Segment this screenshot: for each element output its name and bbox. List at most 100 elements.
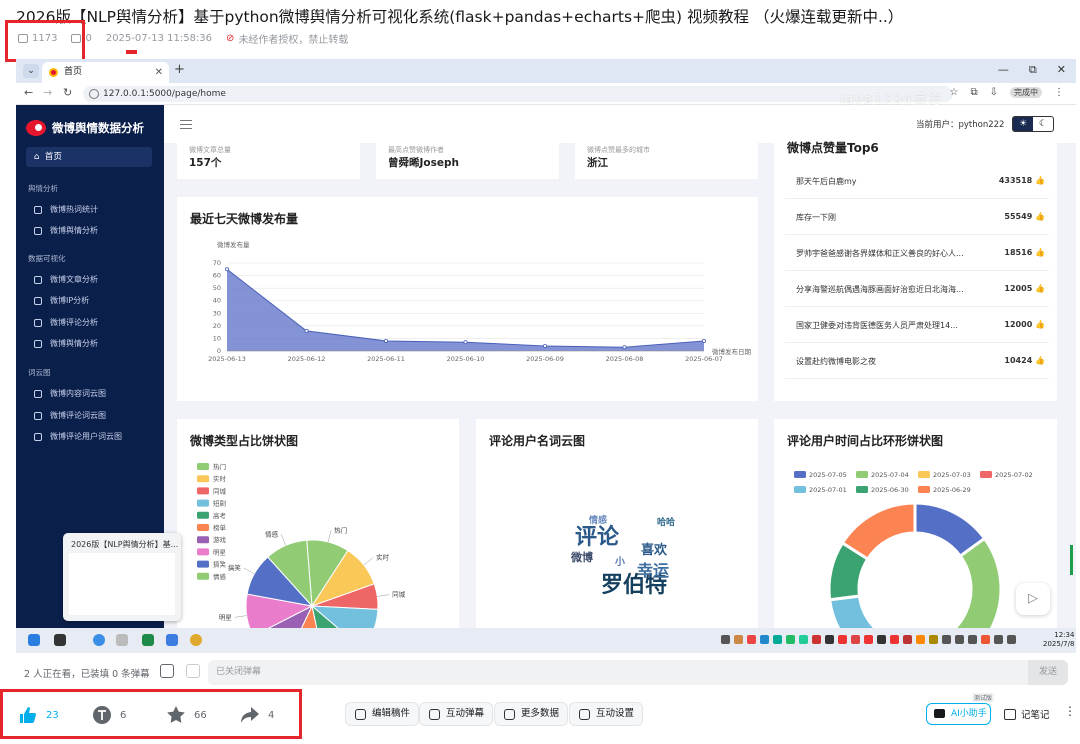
scrollbar-thumb[interactable]: [1070, 545, 1073, 575]
reload-icon[interactable]: ↻: [63, 86, 72, 99]
top6-row[interactable]: 分享海警巡航偶遇海豚画面好治愈近日北海海... 12005 👍: [785, 271, 1049, 307]
tab-list-icon[interactable]: ⌄: [23, 64, 39, 78]
chrome-icon[interactable]: [190, 634, 202, 646]
edit-manuscript-button[interactable]: 编辑稿件: [345, 702, 420, 726]
sidebar-item-home[interactable]: ⌂ 首页: [26, 147, 152, 167]
danmaku-input[interactable]: 已关闭弹幕 发送: [208, 660, 1068, 685]
taskbar-preview[interactable]: 2026版【NLP舆情分析】基...: [63, 533, 181, 621]
card-title: 评论用户名词云图: [489, 434, 586, 448]
address-bar[interactable]: 127.0.0.1:5000/page/home: [83, 86, 953, 102]
monitor-icon: [34, 432, 42, 441]
pie-leader-line: [327, 530, 332, 543]
sidebar-item-opinion[interactable]: 微博舆情分析: [34, 338, 98, 349]
app-icon[interactable]: [93, 634, 105, 646]
ai-assistant-button[interactable]: AI小助手: [926, 703, 991, 725]
legend-swatch: [197, 463, 209, 470]
taskbar-clock[interactable]: 12:34 2025/7/8: [1043, 631, 1074, 649]
sidebar-item-content-cloud[interactable]: 微博内容词云图: [34, 388, 106, 399]
send-button[interactable]: 发送: [1028, 660, 1068, 685]
browser-menu-icon[interactable]: ⋮: [1054, 87, 1064, 98]
sidebar-item-hotword[interactable]: 微博热词统计: [34, 204, 98, 215]
video-player[interactable]: ⌄ 首页 ✕ + — ⧉ ✕ ← → ↻ 127.0.0.1:5000/page…: [16, 59, 1076, 653]
top6-row[interactable]: 库存一下刚 55549 👍: [785, 199, 1049, 235]
more-data-button[interactable]: 更多数据: [494, 702, 569, 726]
top6-row-value: 10424 👍: [1004, 356, 1045, 365]
download-icon[interactable]: ⇩: [990, 87, 998, 98]
interactive-settings-button[interactable]: 互动设置: [569, 702, 644, 726]
sidebar-item-article[interactable]: 微博文章分析: [34, 274, 98, 285]
preview-image: [69, 553, 175, 615]
danmaku-count: 0: [85, 32, 92, 44]
data-icon: [504, 709, 515, 720]
note-icon: [1004, 708, 1016, 720]
area-series: [227, 269, 704, 351]
app-icon[interactable]: [116, 634, 128, 646]
browser-tab[interactable]: 首页 ✕: [42, 62, 169, 83]
new-tab-icon[interactable]: +: [174, 62, 185, 77]
bookmark-star-icon[interactable]: ☆: [950, 87, 959, 98]
take-notes-button[interactable]: 记笔记: [1004, 707, 1050, 721]
pie-label: 情感: [265, 529, 279, 538]
close-window-icon[interactable]: ✕: [1057, 63, 1066, 77]
stat-label: 微博点赞最多的城市: [587, 146, 650, 154]
app-icon[interactable]: [142, 634, 154, 646]
pie-leader-line: [280, 534, 287, 546]
os-taskbar: 12:34 2025/7/8: [16, 628, 1076, 653]
donut-slice: [828, 594, 878, 628]
pie-label: 实时: [376, 553, 390, 562]
extensions-icon[interactable]: ⧉: [970, 87, 977, 98]
legend-label: 高考: [213, 511, 227, 520]
app-logo: 微博舆情数据分析: [26, 119, 144, 137]
top6-row[interactable]: 设置赴约微博电影之夜 10424 👍: [785, 343, 1049, 379]
restore-icon[interactable]: ⧉: [1029, 63, 1037, 77]
sidebar-item-label: 微博评论分析: [50, 318, 98, 327]
location-icon: [34, 296, 42, 305]
top6-row[interactable]: 国家卫健委对违背医德医务人员严肃处理14... 12000 👍: [785, 307, 1049, 343]
more-options-icon[interactable]: ⋮: [1064, 704, 1076, 718]
top6-row[interactable]: 那天午后白鹿my 433518 👍: [785, 163, 1049, 199]
close-tab-icon[interactable]: ✕: [155, 62, 163, 83]
danmaku-toggle-icon[interactable]: [160, 664, 174, 678]
legend-label: 2025-07-03: [933, 471, 971, 479]
menu-toggle-icon[interactable]: [180, 120, 192, 129]
current-user: 当前用户：python222: [916, 120, 1005, 130]
profile-button[interactable]: 完成中: [1010, 87, 1042, 98]
sidebar-item-sentiment[interactable]: 微博舆情分析: [34, 225, 98, 236]
legend-swatch: [197, 511, 209, 519]
top6-row[interactable]: 罗帅宇爸爸感谢各界媒体和正义善良的好心人... 18516 👍: [785, 235, 1049, 271]
no-repost-icon: ⊘: [226, 32, 235, 44]
danmaku-settings-icon[interactable]: [186, 664, 200, 678]
site-info-icon[interactable]: [89, 89, 99, 99]
sidebar-item-label: 微博舆情分析: [50, 339, 98, 348]
legend-swatch: [197, 548, 209, 556]
danmaku-bar: 2 人正在看，已装填 0 条弹幕 已关闭弹幕 发送: [0, 653, 1080, 691]
browser-tab-title: 首页: [64, 67, 83, 77]
top6-row-name: 国家卫健委对违背医德医务人员严肃处理14...: [796, 321, 958, 330]
sidebar-item-ip[interactable]: 微博IP分析: [34, 295, 89, 306]
sidebar-item-user-cloud[interactable]: 微博评论用户词云图: [34, 431, 122, 442]
light-mode-icon[interactable]: ☀: [1013, 117, 1033, 131]
beta-badge: 测试版: [972, 693, 995, 702]
highlight-box-actions: [0, 689, 302, 739]
sidebar-item-comment[interactable]: 微博评论分析: [34, 317, 98, 328]
legend-swatch: [980, 471, 992, 478]
sidebar-item-comment-cloud[interactable]: 微博评论词云图: [34, 410, 106, 421]
play-button-icon[interactable]: ▷: [1016, 583, 1050, 615]
pie-label: 搞笑: [228, 563, 242, 572]
donut-chart-card: 评论用户时间占比环形饼状图 2025-07-05 2025-07-04 2025-0…: [774, 419, 1057, 628]
interactive-danmaku-button[interactable]: 互动弹幕: [419, 702, 494, 726]
start-icon[interactable]: [28, 634, 40, 646]
forward-icon[interactable]: →: [43, 86, 52, 99]
back-icon[interactable]: ←: [24, 86, 33, 99]
stat-value: 曾舜晞Joseph: [388, 157, 459, 169]
app-name: 微博舆情数据分析: [52, 121, 144, 135]
minimize-icon[interactable]: —: [998, 63, 1009, 77]
dark-mode-icon[interactable]: ☾: [1033, 117, 1053, 131]
legend-label: 游戏: [213, 535, 227, 544]
app-icon[interactable]: [166, 634, 178, 646]
app-icon[interactable]: [54, 634, 66, 646]
data-point: [225, 267, 230, 272]
top6-card: 微博点赞量Top6 那天午后白鹿my 433518 👍 库存一下刚 55549 👍 罗帅…: [774, 141, 1057, 401]
sidebar-item-label: 微博内容词云图: [50, 389, 106, 398]
theme-toggle[interactable]: ☀ ☾: [1012, 116, 1054, 132]
